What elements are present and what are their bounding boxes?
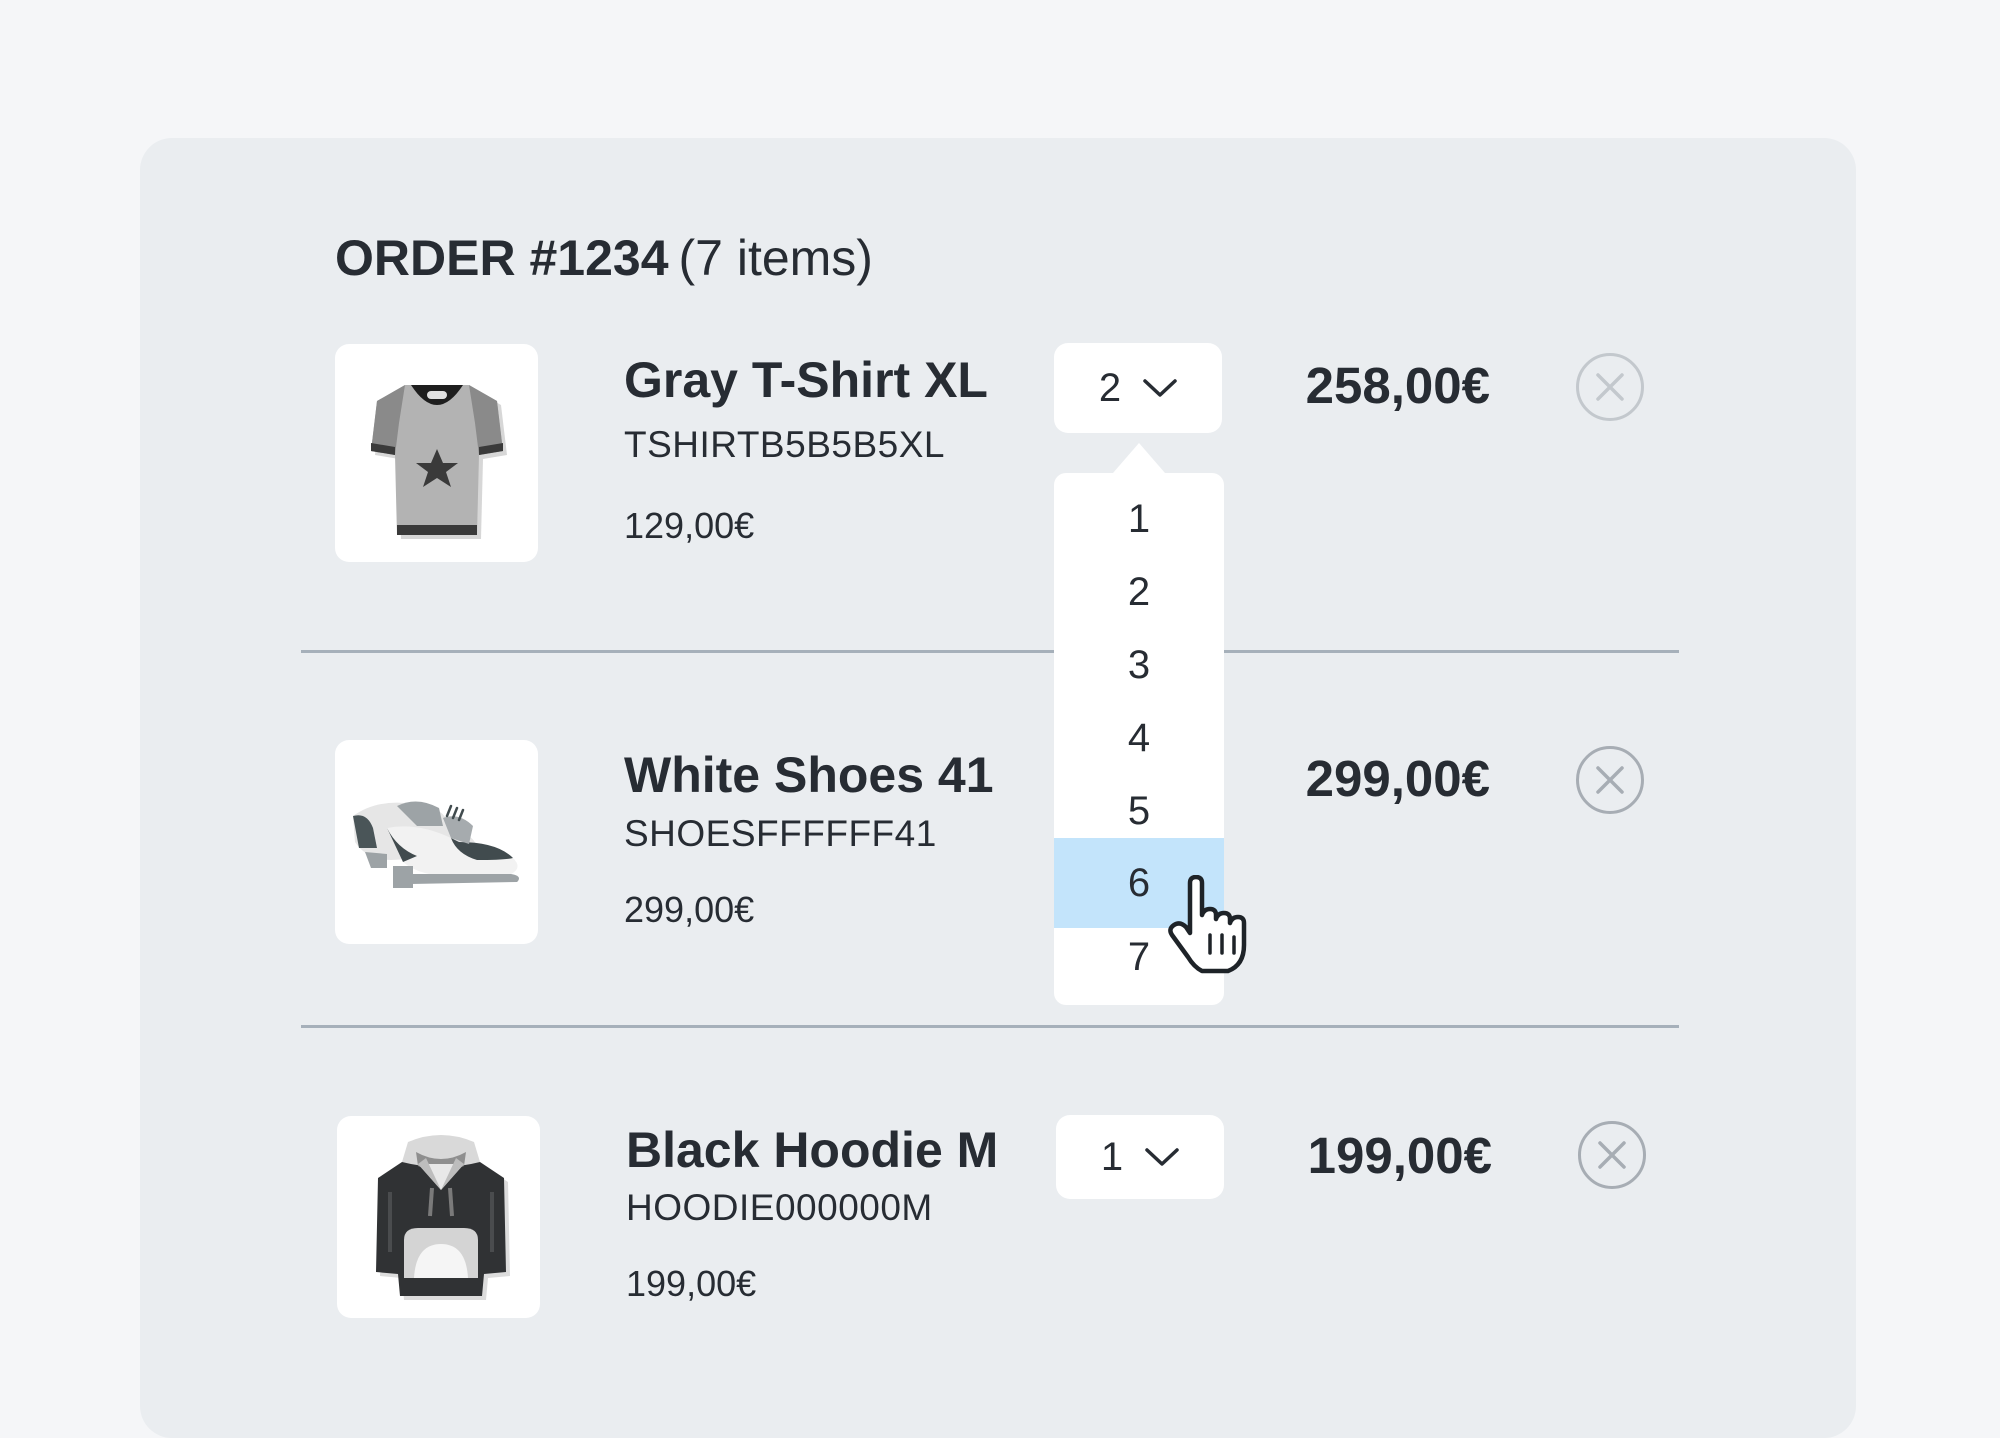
quantity-value: 2	[1098, 366, 1122, 410]
shoes-icon	[352, 801, 519, 888]
quantity-option-4[interactable]: 4	[1054, 702, 1224, 775]
product-image-tshirt[interactable]	[335, 344, 538, 562]
item-name: White Shoes 41	[624, 747, 994, 803]
item-sku: SHOESFFFFFF41	[624, 813, 937, 854]
order-item-count: (7 items)	[678, 230, 873, 286]
item-total: 299,00€	[1305, 750, 1490, 807]
quantity-select[interactable]: 1	[1056, 1115, 1224, 1199]
chevron-down-icon	[1143, 379, 1177, 397]
item-unit-price: 199,00€	[626, 1263, 757, 1304]
remove-item-button[interactable]	[1578, 1121, 1646, 1189]
quantity-option-1[interactable]: 1	[1054, 483, 1224, 556]
order-number: ORDER #1234	[335, 230, 669, 286]
chevron-down-icon	[1145, 1148, 1179, 1166]
item-name: Gray T-Shirt XL	[624, 352, 988, 408]
item-sku: HOODIE000000M	[626, 1187, 933, 1228]
quantity-option-3[interactable]: 3	[1054, 629, 1224, 702]
quantity-option-2[interactable]: 2	[1054, 556, 1224, 629]
row-divider	[301, 1025, 1679, 1028]
close-icon	[1596, 766, 1624, 794]
item-unit-price: 299,00€	[624, 889, 755, 930]
tshirt-icon	[370, 385, 507, 539]
item-total: 199,00€	[1307, 1127, 1492, 1184]
row-divider	[301, 650, 1679, 653]
item-name: Black Hoodie M	[626, 1122, 999, 1178]
quantity-value: 1	[1100, 1135, 1124, 1179]
remove-item-button[interactable]	[1576, 353, 1644, 421]
item-sku: TSHIRTB5B5B5XL	[624, 424, 945, 465]
close-icon	[1598, 1141, 1626, 1169]
item-unit-price: 129,00€	[624, 505, 755, 546]
remove-item-button[interactable]	[1576, 746, 1644, 814]
hoodie-icon	[375, 1135, 510, 1300]
product-image-hoodie[interactable]	[337, 1116, 540, 1318]
product-image-shoes[interactable]	[335, 740, 538, 944]
order-heading: ORDER #1234 (7 items)	[335, 228, 873, 288]
close-icon	[1596, 373, 1624, 401]
hand-pointer-cursor	[1168, 875, 1247, 974]
item-total: 258,00€	[1305, 357, 1490, 414]
dropdown-caret	[1113, 443, 1165, 473]
quantity-select[interactable]: 2	[1054, 343, 1222, 433]
